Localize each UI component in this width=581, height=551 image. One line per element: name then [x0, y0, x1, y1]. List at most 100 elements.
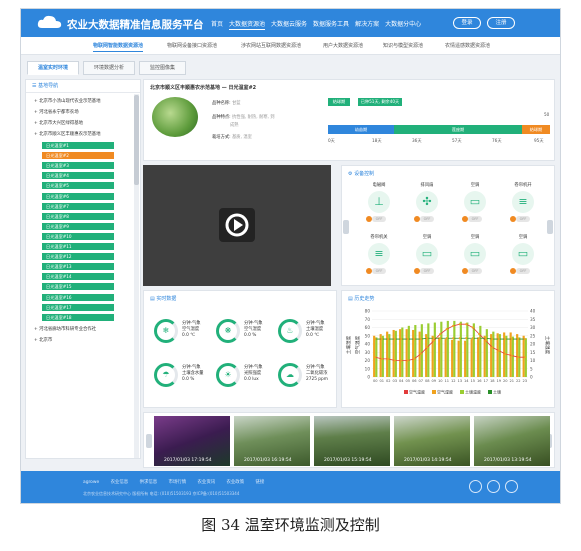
sidebar-item-greenhouse[interactable]: 日光温室#12	[42, 253, 114, 261]
sidebar-item-greenhouse[interactable]: 日光温室#13	[42, 263, 114, 271]
photo-thumbnail[interactable]: 2017/01/03 14:19:54	[394, 416, 470, 466]
prev-arrow-icon[interactable]	[343, 220, 349, 234]
sidebar-item-greenhouse[interactable]: 日光温室#18	[42, 313, 114, 321]
footer-link[interactable]: 市场行情	[169, 480, 187, 485]
footer-link[interactable]: agrowe	[83, 480, 99, 485]
device-toggle[interactable]: OFF	[510, 216, 530, 222]
bar-1	[466, 322, 469, 377]
sidebar-item-greenhouse[interactable]: 日光温室#2	[42, 152, 114, 160]
subnav-user-data[interactable]: 用户大数据资源池	[323, 42, 363, 49]
nav-home[interactable]: 首页	[211, 19, 223, 30]
bar-1	[394, 330, 397, 377]
cabbage-image	[152, 97, 198, 137]
sidebar-item-greenhouse[interactable]: 日光温室#4	[42, 172, 114, 180]
footer-link[interactable]: 供求信息	[140, 480, 158, 485]
line-point-0	[439, 333, 442, 336]
legend-swatch	[432, 390, 436, 394]
ac-icon: ▭	[512, 243, 534, 265]
nav-sub-centers[interactable]: 大数据分中心	[385, 19, 421, 30]
top-bar: 农业大数据精准信息服务平台 首页 大数据资源池 大数据云服务 数据服务工具 解决…	[21, 9, 560, 37]
y-tick-label: 30	[365, 350, 371, 355]
tab-env-analysis[interactable]: 环境数据分析	[83, 61, 136, 75]
photo-thumbnail[interactable]: 2017/01/03 17:19:54	[154, 416, 230, 466]
device-control: 空调 ▭ OFF	[452, 182, 498, 232]
sidebar-item-greenhouse[interactable]: 日光温室#10	[42, 232, 114, 240]
y-axis-label: 土壤湿度	[345, 335, 352, 354]
sidebar-item-base[interactable]: + 北京市	[34, 337, 52, 343]
history-title: ▤ 历史走势	[348, 296, 375, 302]
x-tick-label: 03	[392, 379, 397, 383]
subnav-web-data[interactable]: 涉农网站互联网数据资源池	[241, 42, 301, 49]
y2-tick-label: 0	[530, 375, 533, 380]
sidebar-item-greenhouse[interactable]: 日光温室#16	[42, 293, 114, 301]
device-toggle[interactable]: OFF	[366, 268, 386, 274]
footer-link[interactable]: 链接	[256, 480, 265, 485]
qq-icon[interactable]	[505, 480, 518, 493]
fan-icon: ✣	[416, 191, 438, 213]
sidebar-item-greenhouse[interactable]: 日光温室#1	[42, 142, 114, 149]
subnav-knowledge[interactable]: 知识与模型资源池	[383, 42, 423, 49]
y2-axis-label: 土壤温度	[544, 336, 551, 355]
tick-label: 36天	[412, 138, 422, 143]
tab-monitor-images[interactable]: 监控图像集	[139, 61, 187, 75]
subnav-remote-sensing[interactable]: 农情遥感数据资源池	[445, 42, 490, 49]
sidebar-item-base[interactable]: + 北京市小汤山现代农业示范基地	[34, 98, 101, 104]
footer-link[interactable]: 农业政策	[227, 480, 245, 485]
sidebar-item-greenhouse[interactable]: 日光温室#6	[42, 192, 114, 200]
line-point-1	[452, 337, 455, 340]
sidebar-item-base[interactable]: + 河北省廊坊市科研专业合作社	[34, 326, 96, 332]
device-toggle[interactable]: OFF	[414, 268, 434, 274]
nav-resource-pool[interactable]: 大数据资源池	[229, 19, 266, 30]
photo-thumbnail[interactable]: 2017/01/03 13:19:54	[474, 416, 550, 466]
sidebar-item-base[interactable]: + 北京市大兴区绿得基地	[34, 120, 83, 126]
subnav-iot-interface[interactable]: 物联网设备接口资源池	[167, 42, 217, 49]
sidebar-item-greenhouse[interactable]: 日光温室#15	[42, 283, 114, 291]
weibo-icon[interactable]	[469, 480, 482, 493]
sidebar-item-greenhouse[interactable]: 日光温室#11	[42, 243, 114, 250]
stage-badge: 结球期	[328, 98, 350, 106]
nav-cloud-service[interactable]: 大数据云服务	[271, 19, 307, 30]
device-toggle[interactable]: OFF	[366, 216, 386, 222]
device-label: 电磁阀	[372, 183, 386, 188]
nav-solutions[interactable]: 解决方案	[355, 19, 379, 30]
device-toggle[interactable]: OFF	[414, 216, 434, 222]
bar-0	[379, 334, 382, 377]
device-toggle[interactable]: OFF	[462, 216, 482, 222]
tab-realtime-env[interactable]: 温室实时环境	[27, 61, 80, 75]
photo-prev-arrow-icon[interactable]	[146, 434, 152, 448]
sidebar-scroll-thumb[interactable]	[134, 95, 139, 185]
crop-feature-cont: 成熟	[230, 123, 239, 128]
sidebar-item-greenhouse[interactable]: 日光温室#7	[42, 202, 114, 210]
sensor-gauge-icon: ❋	[216, 319, 240, 343]
sidebar-item-greenhouse[interactable]: 日光温室#14	[42, 273, 114, 281]
bar-1	[427, 323, 430, 377]
device-toggle[interactable]: OFF	[510, 268, 530, 274]
register-button[interactable]: 注册	[487, 17, 515, 29]
footer-link[interactable]: 农业资讯	[198, 480, 216, 485]
photo-thumbnail[interactable]: 2017/01/03 16:19:54	[234, 416, 310, 466]
subnav-iot-smart[interactable]: 物联网智能数据资源池	[93, 42, 144, 52]
sidebar-item-greenhouse[interactable]: 日光温室#5	[42, 182, 114, 190]
line-point-0	[413, 357, 416, 360]
bar-1	[511, 336, 514, 377]
footer-link[interactable]: 农业信息	[111, 480, 129, 485]
device-toggle[interactable]: OFF	[462, 268, 482, 274]
line-point-1	[497, 337, 500, 341]
line-point-0	[426, 346, 429, 349]
video-player[interactable]	[143, 165, 331, 286]
login-button[interactable]: 登录	[453, 17, 481, 29]
sidebar-item-base[interactable]: + 北京市顺义区丰顺惠农示范基地	[34, 131, 101, 137]
sidebar-item-greenhouse[interactable]: 日光温室#3	[42, 162, 114, 170]
sidebar-item-greenhouse[interactable]: 日光温室#17	[42, 303, 114, 311]
crop-feature: 品种特点: 抗性强, 耐热, 耐寒, 到	[212, 115, 275, 120]
wechat-icon[interactable]	[487, 480, 500, 493]
sidebar-item-greenhouse[interactable]: 日光温室#9	[42, 222, 114, 230]
next-arrow-icon[interactable]	[547, 220, 553, 234]
photo-thumbnail[interactable]: 2017/01/03 15:19:54	[314, 416, 390, 466]
bar-0	[464, 340, 467, 377]
line-point-0	[491, 346, 494, 349]
sidebar-item-base[interactable]: + 河北省永宁都市农场	[34, 109, 79, 115]
play-icon[interactable]	[219, 208, 255, 242]
nav-data-tools[interactable]: 数据服务工具	[313, 19, 349, 30]
sidebar-item-greenhouse[interactable]: 日光温室#8	[42, 212, 114, 220]
